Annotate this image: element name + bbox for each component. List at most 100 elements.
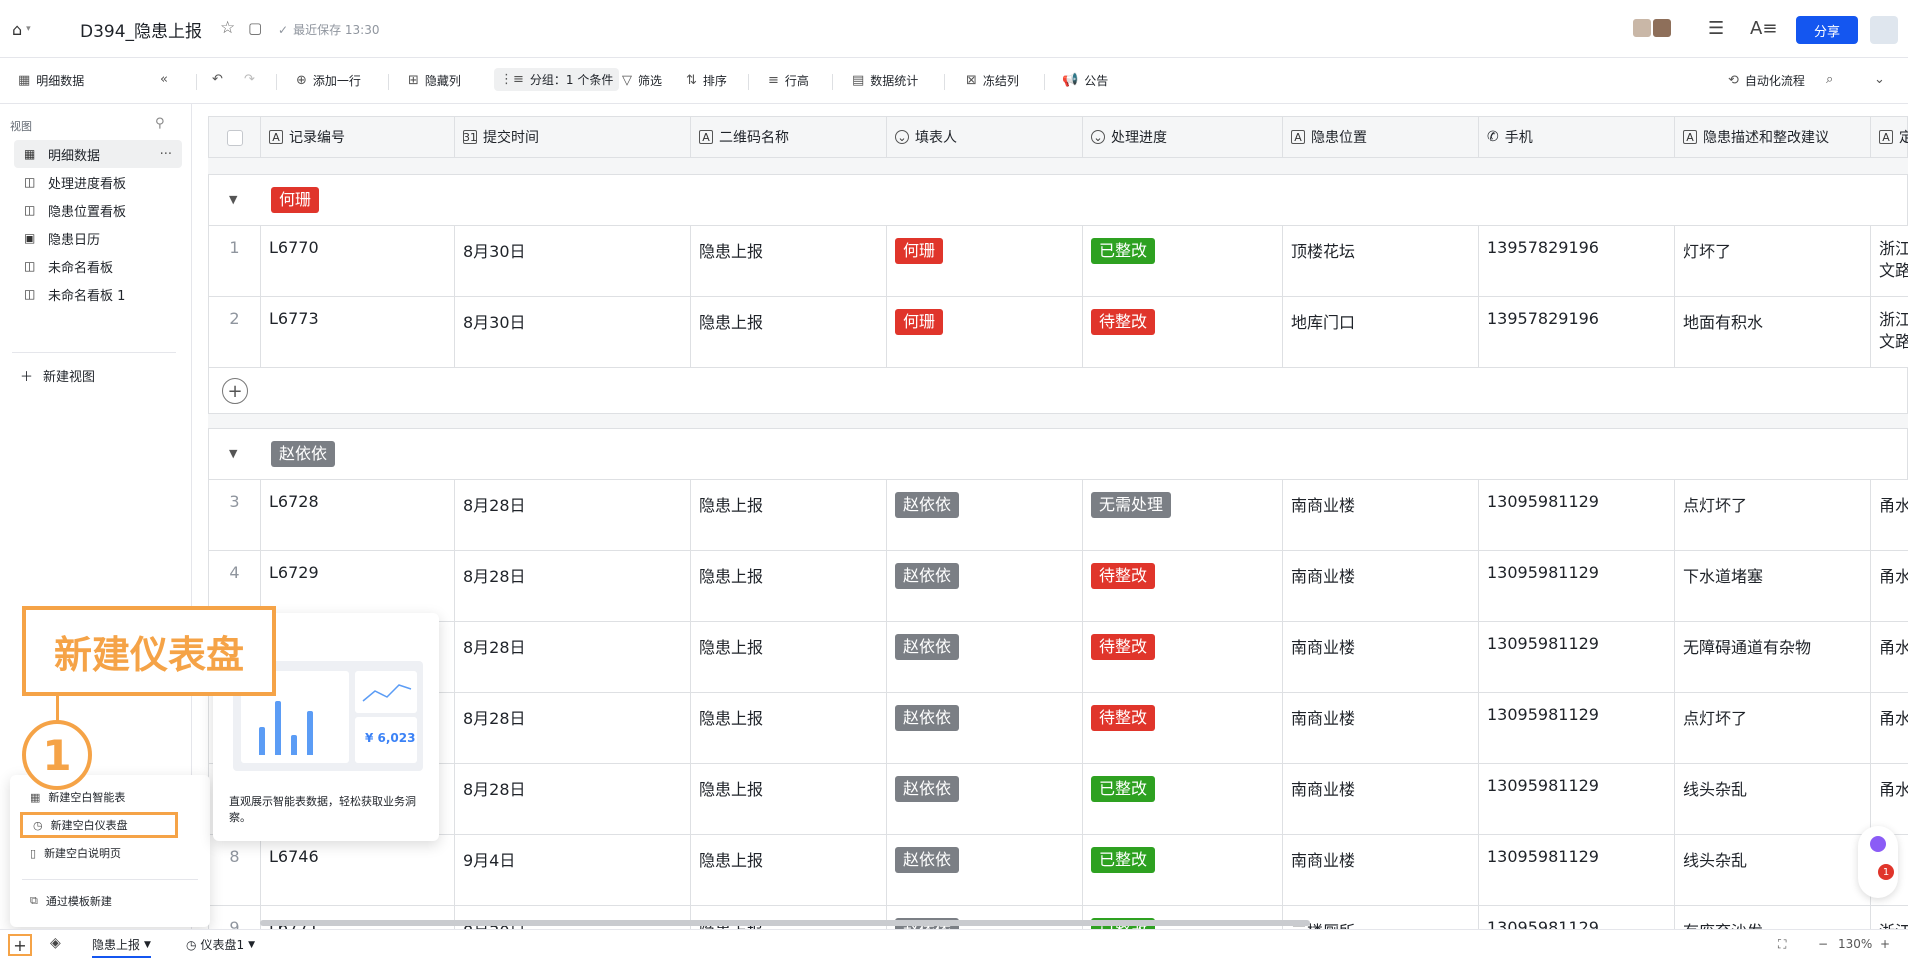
sidebar-item-detail-data[interactable]: ▦ 明细数据 ··· bbox=[14, 140, 182, 168]
pin-icon[interactable]: ⚲ bbox=[155, 116, 165, 131]
cell-submit-time[interactable]: 8月28日 bbox=[455, 480, 691, 550]
column-header[interactable]: A 隐患描述和整改建议 bbox=[1675, 117, 1871, 157]
search-icon[interactable]: ⌕ bbox=[1826, 72, 1833, 87]
cell-submit-time[interactable]: 8月28日 bbox=[455, 622, 691, 692]
add-row-plus-icon[interactable]: + bbox=[222, 378, 248, 404]
more-icon[interactable]: ··· bbox=[160, 147, 172, 162]
menu-item-new-doc-page[interactable]: ▯ 新建空白说明页 bbox=[30, 845, 121, 861]
column-header[interactable]: ✆ 手机 bbox=[1479, 117, 1675, 157]
filter-button[interactable]: ▽ 筛选 bbox=[622, 72, 662, 89]
cell-person[interactable]: 何珊 bbox=[887, 226, 1083, 296]
group-header[interactable]: ▼ 何珊 bbox=[208, 174, 1908, 226]
table-row[interactable]: 3 L6728 8月28日 隐患上报 赵依依 无需处理 南商业楼 1309598… bbox=[208, 480, 1908, 551]
cell-phone[interactable]: 13095981129 bbox=[1479, 551, 1675, 621]
collapse-sidebar-icon[interactable]: « bbox=[160, 72, 168, 87]
cell-qr-name[interactable]: 隐患上报 bbox=[691, 622, 887, 692]
notice-button[interactable]: 📢 公告 bbox=[1062, 72, 1108, 89]
cell-description[interactable]: 地面有积水 bbox=[1675, 297, 1871, 367]
tab-dashboard1[interactable]: ◷ 仪表盘1 ▼ bbox=[186, 936, 255, 953]
cell-description[interactable]: 点灯坏了 bbox=[1675, 480, 1871, 550]
cell-submit-time[interactable]: 8月28日 bbox=[455, 693, 691, 763]
sort-button[interactable]: ⇅ 排序 bbox=[686, 72, 727, 89]
table-row[interactable]: 8 L6746 9月4日 隐患上报 赵依依 已整改 南商业楼 130959811… bbox=[208, 835, 1908, 906]
horizontal-scrollbar[interactable] bbox=[260, 920, 1310, 926]
add-row-button[interactable]: ⊕ 添加一行 bbox=[296, 72, 361, 89]
cell-person[interactable]: 赵依依 bbox=[887, 693, 1083, 763]
cell-submit-time[interactable]: 8月30日 bbox=[455, 297, 691, 367]
cell-description[interactable]: 线头杂乱 bbox=[1675, 764, 1871, 834]
cell-status[interactable]: 无需处理 bbox=[1083, 480, 1283, 550]
undo-icon[interactable]: ↶ bbox=[212, 72, 223, 87]
cell-submit-time[interactable]: 8月28日 bbox=[455, 551, 691, 621]
cell-submit-time[interactable]: 8月28日 bbox=[455, 764, 691, 834]
cell-extra[interactable]: 浙江 文路 bbox=[1871, 297, 1908, 367]
cell-status[interactable]: 待整改 bbox=[1083, 297, 1283, 367]
cell-submit-time[interactable]: 9月4日 bbox=[455, 835, 691, 905]
cell-description[interactable]: 有废弃沙发 bbox=[1675, 906, 1871, 929]
group-button[interactable]: ⋮≡ 分组：1 个条件 bbox=[494, 68, 620, 91]
column-header[interactable]: A 隐患位置 bbox=[1283, 117, 1479, 157]
cell-phone[interactable]: 13095981129 bbox=[1479, 764, 1675, 834]
cell-description[interactable]: 无障碍通道有杂物 bbox=[1675, 622, 1871, 692]
menu-item-from-template[interactable]: ⧉ 通过模板新建 bbox=[30, 893, 112, 909]
cell-description[interactable]: 线头杂乱 bbox=[1675, 835, 1871, 905]
hide-columns-button[interactable]: ⊞ 隐藏列 bbox=[408, 72, 461, 89]
cell-extra[interactable]: 浙江 bbox=[1871, 906, 1908, 929]
collaborator-avatars[interactable] bbox=[1632, 18, 1672, 40]
cell-phone[interactable]: 13095981129 bbox=[1479, 906, 1675, 929]
zoom-out-icon[interactable]: − bbox=[1818, 937, 1828, 951]
sidebar-item-calendar[interactable]: ▣ 隐患日历 bbox=[14, 224, 182, 252]
cell-location[interactable]: 南商业楼 bbox=[1283, 622, 1479, 692]
redo-icon[interactable]: ↷ bbox=[244, 72, 255, 87]
cell-qr-name[interactable]: 隐患上报 bbox=[691, 551, 887, 621]
document-title[interactable]: D394_隐患上报 bbox=[80, 17, 202, 42]
menu-icon[interactable]: ☰ bbox=[1708, 18, 1724, 39]
cell-description[interactable]: 下水道堵塞 bbox=[1675, 551, 1871, 621]
sidebar-item-unnamed-board[interactable]: ◫ 未命名看板 bbox=[14, 252, 182, 280]
cell-location[interactable]: 顶楼花坛 bbox=[1283, 226, 1479, 296]
cell-description[interactable]: 灯坏了 bbox=[1675, 226, 1871, 296]
cell-location[interactable]: 南商业楼 bbox=[1283, 693, 1479, 763]
cell-qr-name[interactable]: 隐患上报 bbox=[691, 693, 887, 763]
automation-button[interactable]: ⟲ 自动化流程 bbox=[1728, 72, 1805, 89]
cell-location[interactable]: 地库门口 bbox=[1283, 297, 1479, 367]
cell-location[interactable]: 三楼厕所 bbox=[1283, 906, 1479, 929]
row-height-button[interactable]: ≡ 行高 bbox=[768, 72, 809, 89]
chevron-down-icon[interactable]: ⌄ bbox=[1874, 72, 1885, 87]
cell-extra[interactable]: 甬水 bbox=[1871, 480, 1908, 550]
sidebar-item-unnamed-board-1[interactable]: ◫ 未命名看板 1 bbox=[14, 280, 182, 308]
data-stats-button[interactable]: ▤ 数据统计 bbox=[852, 72, 918, 89]
column-header[interactable]: A 二维码名称 bbox=[691, 117, 887, 157]
cell-phone[interactable]: 13095981129 bbox=[1479, 622, 1675, 692]
cell-phone[interactable]: 13095981129 bbox=[1479, 480, 1675, 550]
sidebar-item-location-board[interactable]: ◫ 隐患位置看板 bbox=[14, 196, 182, 224]
table-row[interactable]: 8月28日 隐患上报 赵依依 已整改 南商业楼 13095981129 线头杂乱… bbox=[208, 764, 1908, 835]
cell-status[interactable]: 待整改 bbox=[1083, 693, 1283, 763]
collapse-triangle-icon[interactable]: ▼ bbox=[229, 193, 237, 206]
table-row[interactable]: 4 L6729 8月28日 隐患上报 赵依依 待整改 南商业楼 13095981… bbox=[208, 551, 1908, 622]
layers-icon[interactable]: ◈ bbox=[50, 935, 61, 951]
cell-record-id[interactable]: L6773 bbox=[261, 297, 455, 367]
home-button[interactable]: ⌂ ▾ bbox=[12, 18, 42, 40]
cell-qr-name[interactable]: 隐患上报 bbox=[691, 835, 887, 905]
cell-location[interactable]: 南商业楼 bbox=[1283, 764, 1479, 834]
column-header[interactable]: A 记录编号 bbox=[261, 117, 455, 157]
info-icon[interactable]: ▢ bbox=[248, 19, 262, 37]
text-style-icon[interactable]: A≡ bbox=[1750, 18, 1777, 39]
select-all-checkbox[interactable] bbox=[227, 130, 243, 146]
cell-record-id[interactable]: L6770 bbox=[261, 226, 455, 296]
cell-status[interactable]: 已整改 bbox=[1083, 764, 1283, 834]
table-row[interactable]: 2 L6773 8月30日 隐患上报 何珊 待整改 地库门口 139578291… bbox=[208, 297, 1908, 368]
cell-description[interactable]: 点灯坏了 bbox=[1675, 693, 1871, 763]
cell-record-id[interactable]: L6746 bbox=[261, 835, 455, 905]
user-avatar[interactable] bbox=[1870, 16, 1898, 44]
ai-assistant-icon[interactable] bbox=[1870, 836, 1886, 852]
cell-person[interactable]: 赵依依 bbox=[887, 622, 1083, 692]
collapse-triangle-icon[interactable]: ▼ bbox=[229, 447, 237, 460]
cell-phone[interactable]: 13095981129 bbox=[1479, 835, 1675, 905]
cell-person[interactable]: 赵依依 bbox=[887, 480, 1083, 550]
menu-item-new-dashboard[interactable]: ◷ 新建空白仪表盘 bbox=[20, 812, 178, 838]
cell-phone[interactable]: 13095981129 bbox=[1479, 693, 1675, 763]
cell-person[interactable]: 赵依依 bbox=[887, 764, 1083, 834]
cell-extra[interactable]: 甬水 bbox=[1871, 764, 1908, 834]
